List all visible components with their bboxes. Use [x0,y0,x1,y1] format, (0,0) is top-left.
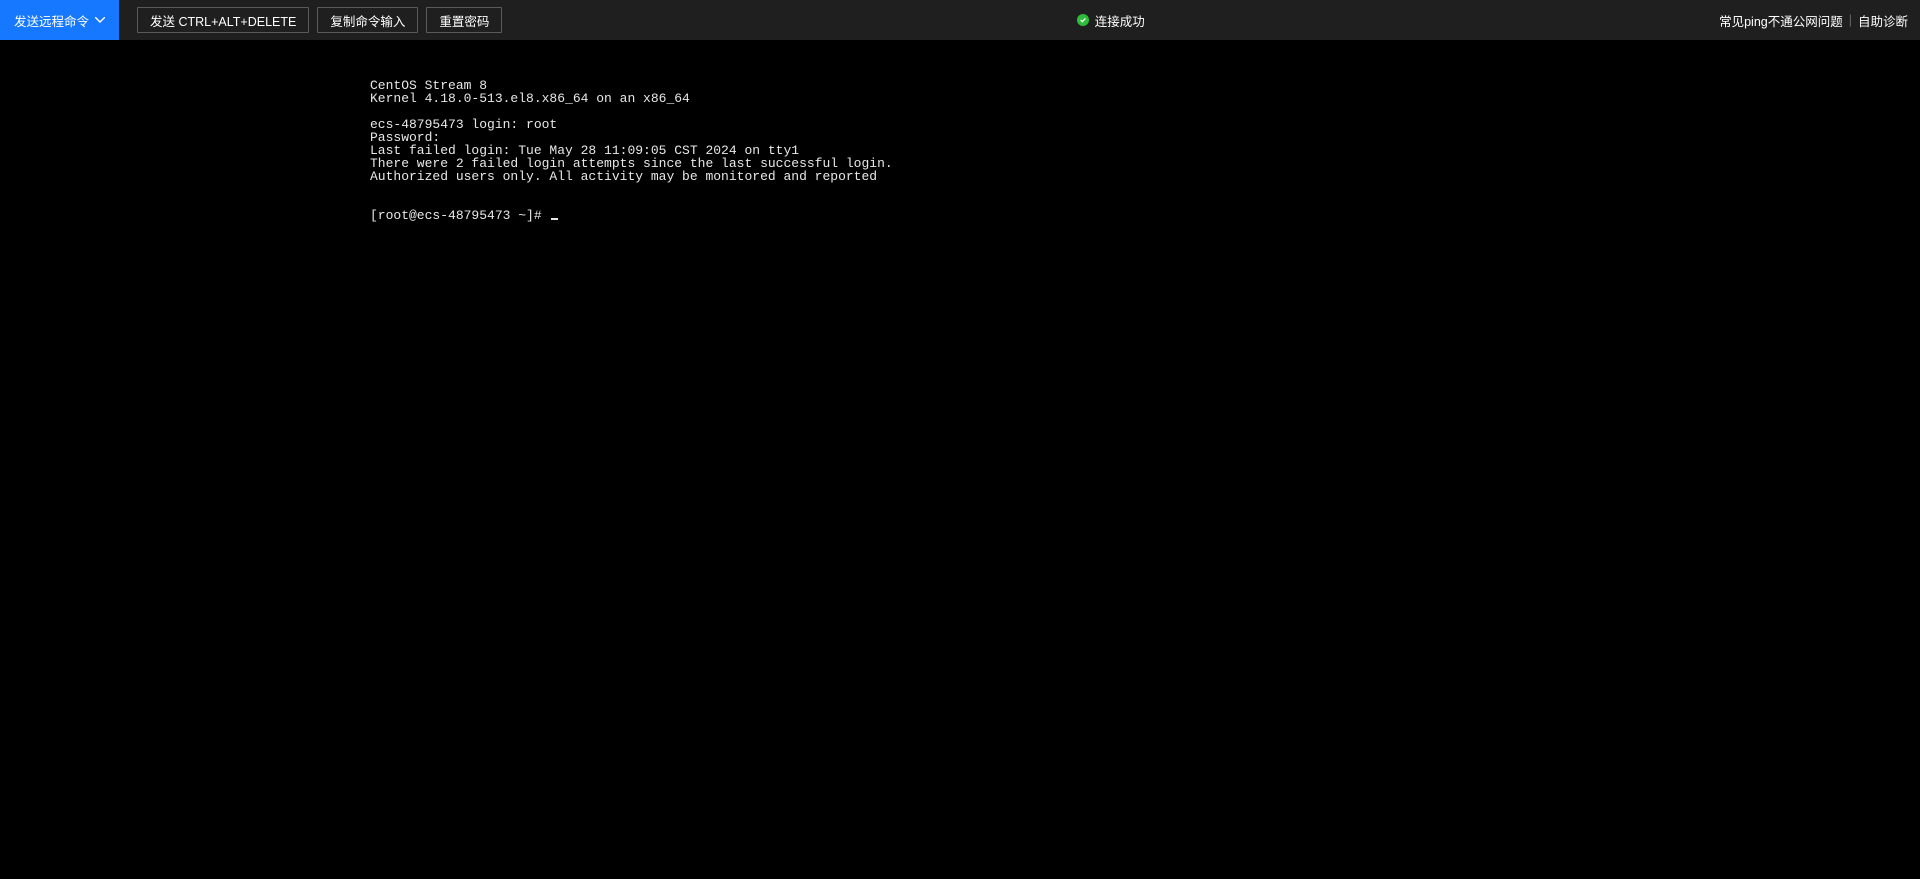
send-remote-command-button[interactable]: 发送远程命令 [0,0,119,40]
connection-status: 连接成功 [502,11,1719,30]
self-diagnosis-link[interactable]: 自助诊断 [1858,11,1908,30]
copy-command-input-label: 复制命令输入 [330,11,405,30]
toolbar: 发送远程命令 发送 CTRL+ALT+DELETE 复制命令输入 重置密码 连接… [0,0,1920,40]
link-divider: | [1849,13,1852,27]
help-links: 常见ping不通公网问题 | 自助诊断 [1719,11,1908,30]
terminal-cursor [551,218,558,220]
terminal-line: Authorized users only. All activity may … [370,170,1920,183]
chevron-down-icon [95,17,105,23]
terminal-output[interactable]: CentOS Stream 8Kernel 4.18.0-513.el8.x86… [370,53,1920,879]
terminal-prompt: [root@ecs-48795473 ~]# [370,208,549,223]
terminal-line: ecs-48795473 login: root [370,118,1920,131]
copy-command-input-button[interactable]: 复制命令输入 [317,7,418,33]
ping-issue-link[interactable]: 常见ping不通公网问题 [1719,11,1843,30]
check-circle-icon [1077,14,1089,26]
send-remote-command-label: 发送远程命令 [14,11,89,30]
send-ctrl-alt-del-label: 发送 CTRL+ALT+DELETE [150,11,296,30]
send-ctrl-alt-del-button[interactable]: 发送 CTRL+ALT+DELETE [137,7,309,33]
terminal-line: Kernel 4.18.0-513.el8.x86_64 on an x86_6… [370,92,1920,105]
connection-status-text: 连接成功 [1095,11,1145,30]
reset-password-button[interactable]: 重置密码 [426,7,502,33]
reset-password-label: 重置密码 [439,11,489,30]
terminal-line [370,105,1920,118]
